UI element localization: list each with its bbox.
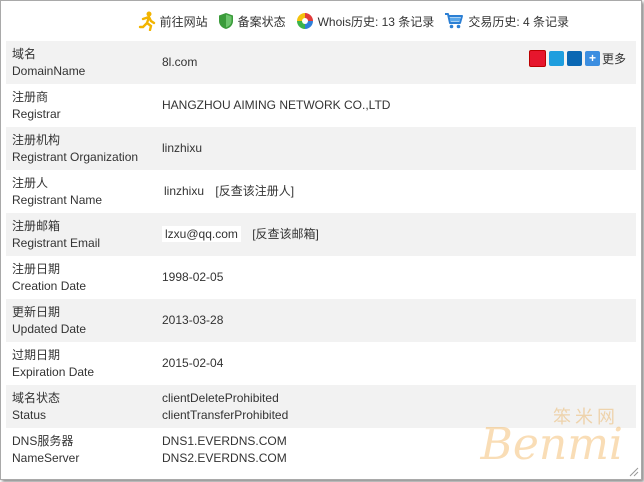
qzone-icon[interactable] [548,51,564,66]
registrant-email-value: lzxu@qq.com [162,226,241,242]
trade-history-link[interactable]: 交易历史: 4 条记录 [444,12,569,30]
label-cn: 过期日期 [12,347,61,362]
nameserver-value: DNS1.EVERDNS.COM [162,433,287,448]
row-label: 域名 DomainName [6,46,157,80]
label-en: NameServer [12,450,80,465]
row-registrar: 注册商 Registrar HANGZHOU AIMING NETWORK CO… [6,84,636,127]
label-en: Registrant Name [12,192,103,207]
row-domain-name: 域名 DomainName 8l.com + 更多 [6,41,636,84]
row-updated-date: 更新日期 Updated Date 2013-03-28 [6,299,636,342]
updated-date-value: 2013-03-28 [162,313,224,327]
label-en: DomainName [12,63,86,78]
row-label: DNS服务器 NameServer [6,433,157,467]
label-cn: 注册邮箱 [12,218,61,233]
label-cn: 注册机构 [12,132,61,147]
share-bar: + 更多 [526,50,626,67]
label-cn: 注册日期 [12,261,61,276]
color-wheel-icon [296,13,313,29]
resize-grip-icon[interactable] [627,465,639,477]
label-cn: 注册人 [12,175,49,190]
filing-status-link[interactable]: 备案状态 [218,12,286,30]
visit-site-link[interactable]: 前往网站 [138,11,208,31]
plus-icon[interactable]: + [584,51,600,66]
row-label: 注册机构 Registrant Organization [6,132,157,166]
label-en: Status [12,407,47,422]
cart-icon [445,13,464,29]
expiration-date-value: 2015-02-04 [162,356,224,370]
visit-site-label: 前往网站 [159,14,208,29]
whois-history-label: Whois历史: 13 条记录 [317,14,435,29]
row-label: 注册日期 Creation Date [6,261,157,295]
label-cn: 域名 [12,46,37,61]
row-label: 更新日期 Updated Date [6,304,157,338]
row-label: 注册人 Registrant Name [6,175,157,209]
row-label: 域名状态 Status [6,390,157,424]
label-en: Updated Date [12,321,87,336]
filing-status-label: 备案状态 [237,14,286,29]
runner-icon [138,11,155,31]
watermark-en: Benmi [480,419,623,470]
registrant-name-cell: linzhixu [反查该注册人] [157,183,636,200]
shield-icon [218,13,233,29]
row-label: 注册商 Registrar [6,89,157,123]
label-cn: 更新日期 [12,304,61,319]
registrar-value: HANGZHOU AIMING NETWORK CO.,LTD [162,98,391,112]
label-en: Registrar [12,106,61,121]
weibo-icon[interactable] [528,50,546,67]
label-en: Creation Date [12,278,87,293]
row-creation-date: 注册日期 Creation Date 1998-02-05 [6,256,636,299]
row-label: 过期日期 Expiration Date [6,347,157,381]
row-registrant-email: 注册邮箱 Registrant Email lzxu@qq.com [反查该邮箱… [6,213,636,256]
row-expiration-date: 过期日期 Expiration Date 2015-02-04 [6,342,636,385]
registrant-name-value: linzhixu [164,184,205,198]
nameserver-value-2: DNS2.EVERDNS.COM [162,450,287,465]
reverse-registrant-link[interactable]: [反查该注册人] [215,184,294,198]
status-value: clientDeleteProhibited [162,390,279,405]
label-en: Registrant Email [12,235,101,250]
top-toolbar: 前往网站 备案状态 Whois历史: 13 条记录 交易历史: 4 条记录 [1,1,641,41]
label-en: Expiration Date [12,364,95,379]
label-cn: DNS服务器 [12,433,74,448]
registrant-org-value: linzhixu [162,141,203,155]
label-en: Registrant Organization [12,149,139,164]
renren-icon[interactable] [566,51,582,66]
label-cn: 注册商 [12,89,49,104]
watermark-logo: 笨米网 Benmi [480,403,627,471]
trade-history-label: 交易历史: 4 条记录 [468,14,569,29]
registrant-email-cell: lzxu@qq.com [反查该邮箱] [157,226,636,243]
row-registrant-org: 注册机构 Registrant Organization linzhixu [6,127,636,170]
creation-date-value: 1998-02-05 [162,270,224,284]
whois-panel: 前往网站 备案状态 Whois历史: 13 条记录 交易历史: 4 条记录 域名… [0,0,642,480]
row-registrant-name: 注册人 Registrant Name linzhixu [反查该注册人] [6,170,636,213]
share-more-link[interactable]: 更多 [602,50,626,67]
row-label: 注册邮箱 Registrant Email [6,218,157,252]
status-value-2: clientTransferProhibited [162,407,289,422]
reverse-email-link[interactable]: [反查该邮箱] [252,227,319,241]
whois-history-link[interactable]: Whois历史: 13 条记录 [296,12,435,30]
label-cn: 域名状态 [12,390,61,405]
